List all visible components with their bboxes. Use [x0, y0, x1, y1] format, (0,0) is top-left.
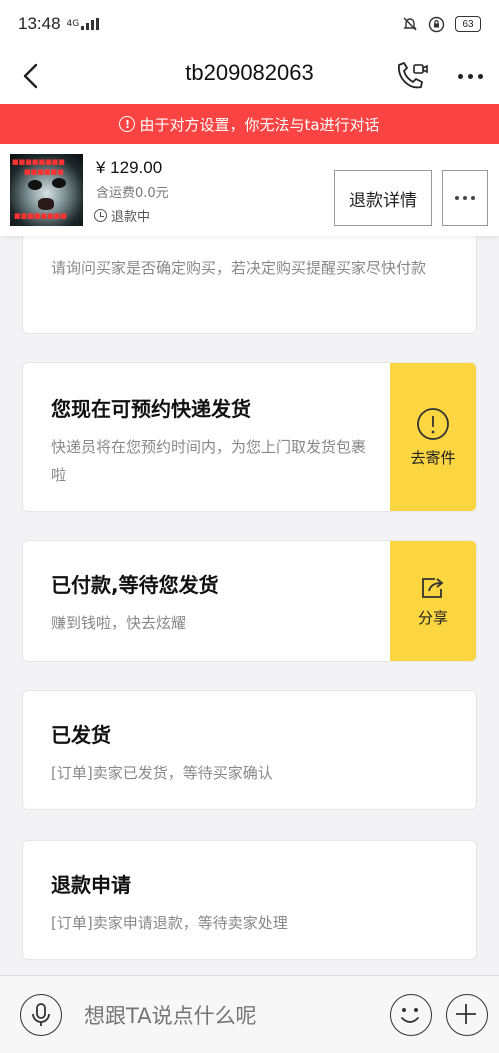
share-icon — [422, 577, 444, 598]
message-card-paid: 已付款,等待您发货 赚到钱啦，快去炫耀 分享 — [22, 540, 477, 662]
card-title: 已发货 — [51, 723, 111, 747]
share-button[interactable]: 分享 — [390, 541, 476, 661]
input-bar — [0, 975, 499, 1053]
card-title: 已付款,等待您发货 — [51, 573, 219, 597]
card-title: 退款申请 — [51, 873, 131, 897]
product-price: ¥ 129.00 — [96, 158, 163, 177]
chevron-left-icon — [23, 63, 38, 89]
back-button[interactable] — [0, 48, 60, 104]
message-card-shipped: 已发货 [订单]卖家已发货，等待买家确认 — [22, 690, 477, 810]
refund-status-label: 退款中 — [111, 210, 151, 225]
battery-icon: 63 — [455, 16, 481, 32]
send-package-button[interactable]: 去寄件 — [390, 363, 476, 511]
card-desc: [订单]卖家申请退款，等待卖家处理 — [51, 914, 288, 932]
signal-icon — [81, 18, 100, 30]
emoji-button[interactable] — [390, 994, 432, 1036]
product-thumbnail[interactable]: ■■■■■■■■ ■■■■■■ ■■■■■■■■ — [10, 154, 83, 226]
card-desc: 快递员将在您预约时间内，为您上门取发货包裹啦 — [51, 438, 367, 484]
card-desc: [订单]卖家已发货，等待买家确认 — [51, 764, 273, 782]
alert-banner: ! 由于对方设置，你无法与ta进行对话 — [0, 104, 499, 144]
call-button[interactable] — [392, 56, 432, 96]
message-card-schedule-pickup: 您现在可预约快递发货 快递员将在您预约时间内，为您上门取发货包裹啦 去寄件 — [22, 362, 477, 512]
exclamation-icon: ! — [119, 116, 136, 132]
bell-off-icon — [403, 17, 417, 31]
shipping-fee: 含运费0.0元 — [96, 186, 169, 201]
alert-text: 由于对方设置，你无法与ta进行对话 — [139, 115, 380, 134]
phone-video-icon — [397, 62, 428, 89]
refund-status: 退款中 — [94, 206, 150, 225]
card-desc: 请询问买家是否确定购买，若决定购买提醒买家尽快付款 — [51, 259, 427, 277]
share-label: 分享 — [417, 608, 448, 627]
clock-icon — [94, 209, 107, 222]
message-input[interactable] — [84, 998, 374, 1034]
product-more-button[interactable] — [442, 170, 488, 226]
status-bar: 13:48 4G 63 — [0, 0, 499, 48]
message-card-purchase-reminder: 请询问买家是否确定购买，若决定购买提醒买家尽快付款 — [22, 232, 477, 334]
lock-rotation-icon — [428, 16, 445, 32]
message-card-refund-request: 退款申请 [订单]卖家申请退款，等待卖家处理 — [22, 840, 477, 960]
plus-icon — [456, 1004, 476, 1024]
card-title: 您现在可预约快递发货 — [51, 397, 251, 421]
refund-details-button[interactable]: 退款详情 — [334, 170, 432, 226]
send-package-label: 去寄件 — [410, 448, 456, 467]
microphone-icon — [32, 1003, 50, 1026]
plus-button[interactable] — [446, 994, 488, 1036]
status-time: 13:48 — [18, 14, 61, 33]
nav-bar: tb209082063 — [0, 48, 499, 104]
card-desc: 赚到钱啦，快去炫耀 — [51, 614, 187, 632]
smile-icon — [401, 1008, 419, 1023]
voice-button[interactable] — [20, 994, 62, 1036]
more-options-button[interactable] — [448, 56, 492, 96]
network-type: 4G — [66, 18, 80, 29]
info-circle-icon — [417, 407, 449, 440]
